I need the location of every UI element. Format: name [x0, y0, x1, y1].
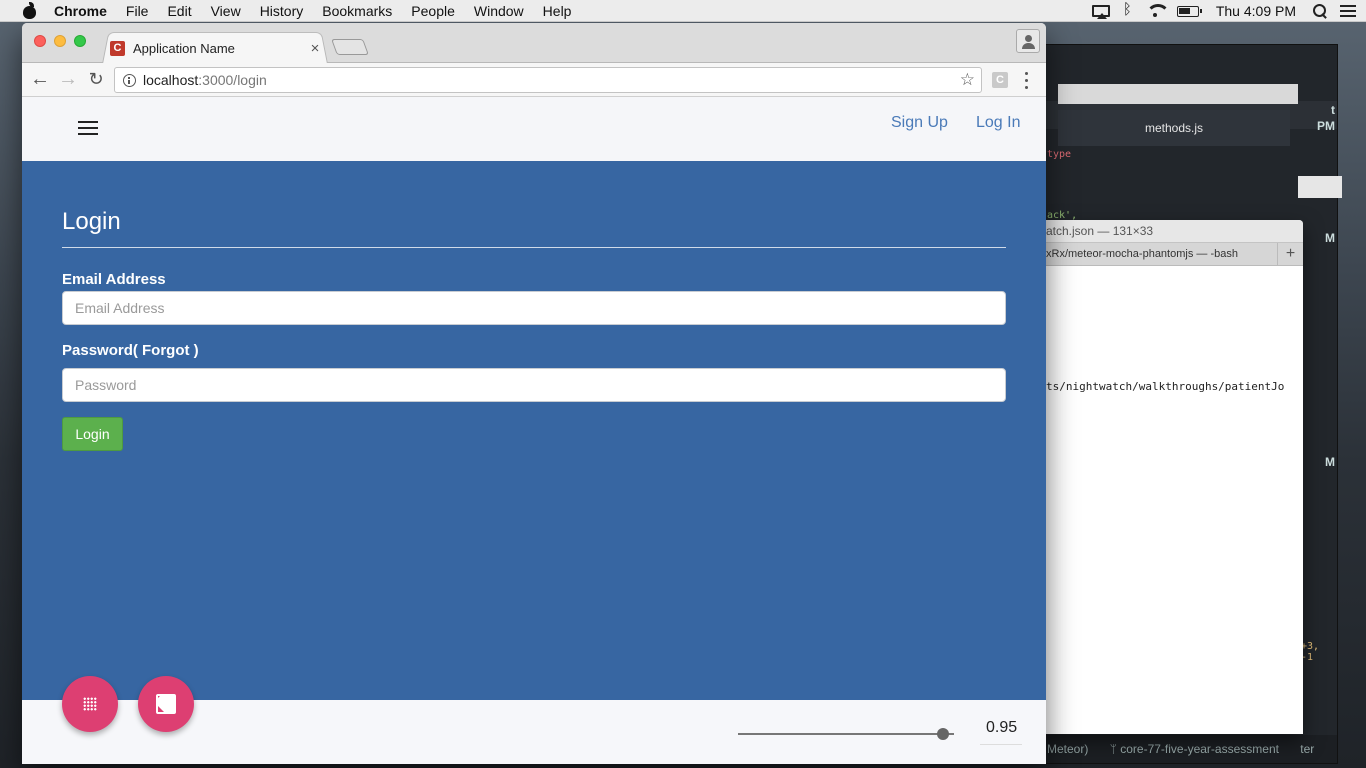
opacity-value: 0.95 [986, 719, 1018, 736]
browser-toolbar: ← → ↻ localhost:3000/login ☆ C [22, 63, 1046, 97]
edge-text: t [1331, 103, 1335, 117]
browser-tab-content[interactable]: C Application Name × [110, 35, 322, 61]
hamburger-icon[interactable] [78, 121, 98, 135]
slider-track[interactable] [738, 733, 954, 735]
app-header: Sign Up Log In [22, 97, 1046, 161]
editor-tab-methods[interactable]: methods.js [1058, 110, 1290, 146]
new-terminal-tab-button[interactable]: + [1277, 243, 1303, 265]
wifi-icon[interactable] [1145, 4, 1170, 18]
tab-title: Application Name [133, 40, 235, 56]
value-underline [980, 744, 1022, 745]
login-panel: Login Email Address Password( Forgot ) L… [22, 161, 1046, 700]
opacity-slider[interactable] [738, 728, 954, 740]
code-snippet: type [1047, 149, 1072, 160]
menubar-clock[interactable]: Thu 4:09 PM [1216, 3, 1296, 19]
status-text: Meteor) [1047, 742, 1089, 756]
url-host: localhost [143, 72, 199, 88]
apple-icon[interactable] [20, 1, 40, 19]
log-in-link[interactable]: Log In [976, 114, 1020, 132]
spotlight-icon[interactable] [1313, 4, 1327, 18]
grid-fab-button[interactable] [62, 676, 118, 732]
airplay-icon[interactable] [1091, 5, 1110, 19]
menu-file[interactable]: File [126, 3, 149, 19]
background-window-strip [1058, 84, 1298, 104]
terminal-tab[interactable]: xRx/meteor-mocha-phantomjs — -bash + [1038, 242, 1303, 266]
notification-list-icon[interactable] [1340, 5, 1356, 17]
git-branch-label: core-77-five-year-assessment [1120, 742, 1279, 756]
edge-text: M [1325, 231, 1335, 245]
password-field[interactable] [62, 368, 1006, 402]
web-page: Sign Up Log In Login Email Address Passw… [22, 97, 1046, 764]
image-add-fab-button[interactable] [138, 676, 194, 732]
menu-help[interactable]: Help [543, 3, 572, 19]
close-tab-icon[interactable]: × [308, 40, 322, 57]
profile-icon[interactable] [1016, 29, 1040, 53]
minimize-window-button[interactable] [54, 35, 66, 47]
url-path: :3000/login [198, 72, 267, 88]
grid-icon [83, 697, 97, 711]
terminal-window: atch.json — 131×33 xRx/meteor-mocha-phan… [1038, 220, 1303, 734]
page-footer: 0.95 [22, 676, 1046, 764]
new-tab-button[interactable] [331, 39, 369, 55]
favicon-icon: C [110, 40, 125, 56]
maximize-window-button[interactable] [74, 35, 86, 47]
address-bar[interactable]: localhost:3000/login ☆ [114, 67, 982, 93]
menu-window[interactable]: Window [474, 3, 524, 19]
battery-icon[interactable] [1176, 5, 1202, 17]
edge-text: PM [1317, 119, 1335, 133]
menu-bookmarks[interactable]: Bookmarks [322, 3, 392, 19]
status-text: ter [1300, 742, 1315, 756]
sign-up-link[interactable]: Sign Up [891, 114, 948, 132]
login-button[interactable]: Login [62, 417, 123, 451]
code-snippet: +3, -1 [1301, 641, 1320, 663]
image-add-icon [156, 694, 176, 714]
mac-menubar: Chrome File Edit View History Bookmarks … [0, 0, 1366, 22]
edge-text: M [1325, 455, 1335, 469]
status-area: Thu 4:09 PM [1091, 0, 1356, 22]
tab-strip: C Application Name × [22, 23, 1046, 64]
page-title: Login [62, 208, 121, 235]
chrome-window: C Application Name × ← → ↻ localhost:300… [22, 23, 1046, 764]
menu-people[interactable]: People [411, 3, 455, 19]
background-window-strip [1298, 176, 1342, 198]
forward-arrow-icon[interactable]: → [56, 68, 80, 92]
menu-edit[interactable]: Edit [167, 3, 191, 19]
editor-status-bar: Meteor) ᛘ core-77-five-year-assessment t… [1031, 735, 1337, 763]
divider [62, 247, 1006, 248]
email-field[interactable] [62, 291, 1006, 325]
terminal-output-line: ts/nightwatch/walkthroughs/patientJo [1046, 380, 1285, 393]
extension-icon[interactable]: C [992, 72, 1008, 88]
bluetooth-icon[interactable] [1123, 1, 1133, 18]
browser-menu-icon[interactable] [1018, 69, 1034, 91]
terminal-title: atch.json — 131×33 [1038, 220, 1303, 242]
email-label: Email Address [62, 271, 166, 288]
back-arrow-icon[interactable]: ← [28, 68, 52, 92]
git-branch-icon: ᛘ [1109, 742, 1117, 756]
password-label[interactable]: Password( Forgot ) [62, 342, 199, 359]
terminal-tab-label: xRx/meteor-mocha-phantomjs — -bash [1046, 248, 1238, 260]
editor-tab-label: methods.js [1144, 121, 1204, 135]
info-icon[interactable] [123, 73, 136, 87]
bookmark-star-icon[interactable]: ☆ [960, 70, 975, 90]
close-window-button[interactable] [34, 35, 46, 47]
slider-thumb[interactable] [937, 728, 950, 740]
menu-view[interactable]: View [211, 3, 241, 19]
menu-app-name[interactable]: Chrome [54, 3, 107, 19]
reload-icon[interactable]: ↻ [84, 68, 108, 92]
menu-history[interactable]: History [260, 3, 304, 19]
